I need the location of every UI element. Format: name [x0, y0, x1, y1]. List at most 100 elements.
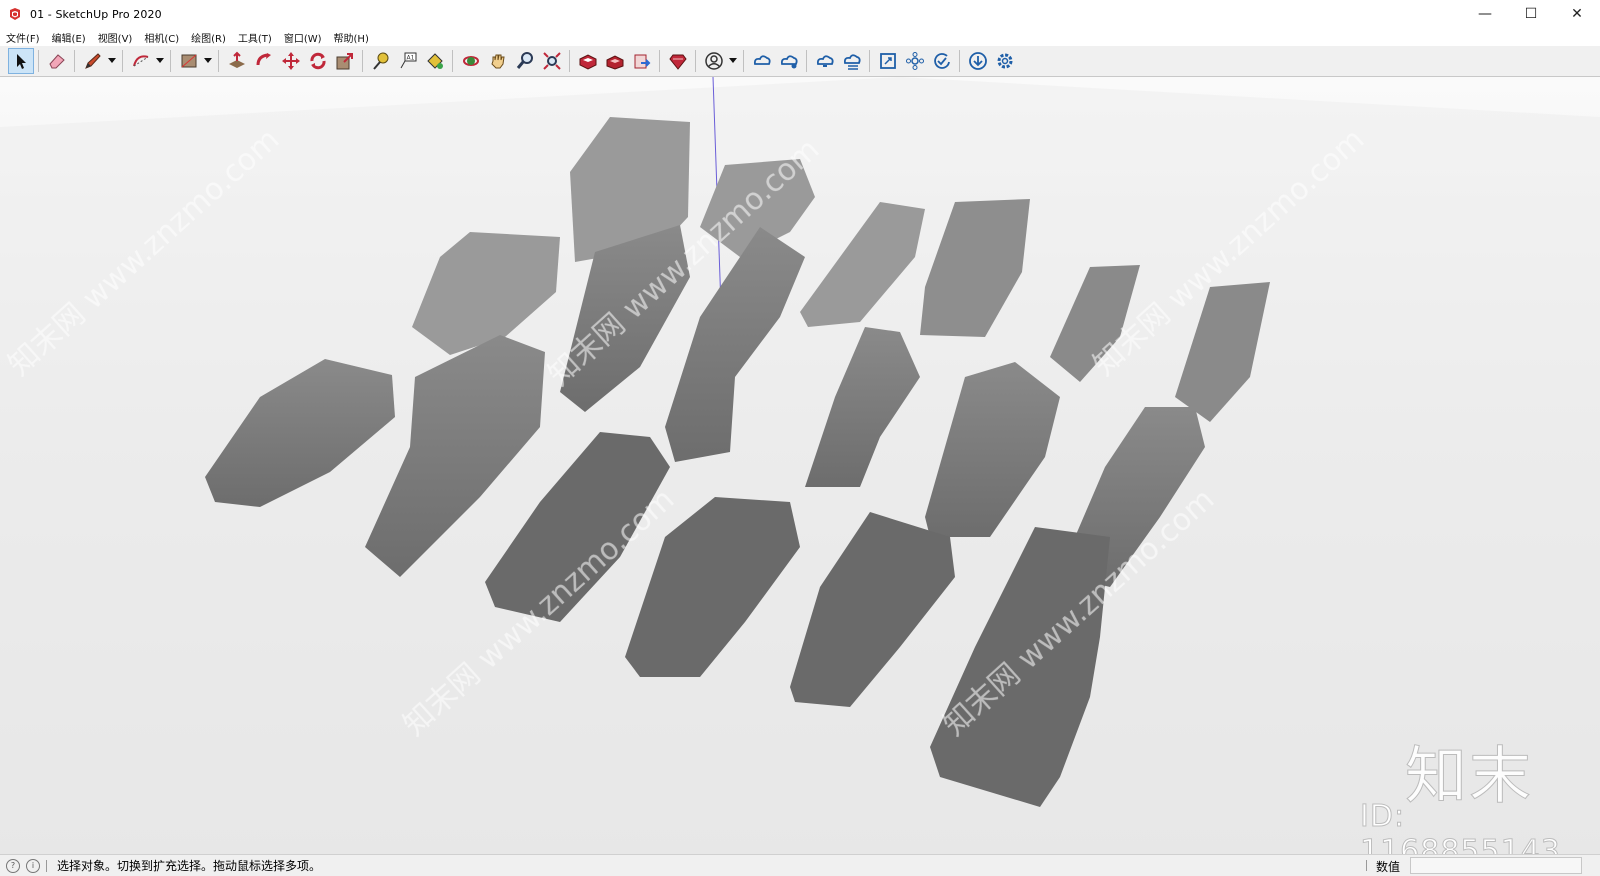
- rectangle-tool-icon: [181, 54, 197, 68]
- account-dropdown-icon: [729, 58, 737, 63]
- menu-bar: 文件(F) 编辑(E) 视图(V) 相机(C) 绘图(R) 工具(T) 窗口(W…: [0, 28, 1600, 46]
- toolbar-separator: [659, 50, 660, 72]
- cloud-menu-icon: [843, 54, 861, 70]
- cloud-menu-button[interactable]: [839, 48, 865, 74]
- window-title: 01 - SketchUp Pro 2020: [30, 7, 162, 21]
- menu-help[interactable]: 帮助(H): [328, 30, 375, 45]
- maximize-button[interactable]: ☐: [1508, 0, 1554, 28]
- menu-file[interactable]: 文件(F): [0, 30, 46, 45]
- measurements-label: 数值: [1376, 860, 1401, 874]
- minimize-button[interactable]: —: [1462, 0, 1508, 28]
- move-button[interactable]: [278, 48, 304, 74]
- account-icon: [705, 52, 723, 70]
- zoom-icon: [516, 52, 533, 69]
- trimble-share-icon: [780, 55, 798, 69]
- download-button[interactable]: [965, 48, 991, 74]
- download-icon: [969, 52, 987, 70]
- toolbar-separator: [122, 50, 123, 72]
- account-button[interactable]: [701, 48, 727, 74]
- help-icon[interactable]: ?: [6, 858, 20, 873]
- toolbar-separator: [170, 50, 171, 72]
- paint-bucket-icon: [427, 53, 443, 69]
- line-tool-button[interactable]: [80, 48, 106, 74]
- rotate-button[interactable]: [305, 48, 331, 74]
- 3d-warehouse-icon: [579, 54, 597, 70]
- rectangle-dropdown-icon: [204, 58, 212, 63]
- text-tool-button[interactable]: A1: [395, 48, 421, 74]
- scale-button[interactable]: [332, 48, 358, 74]
- scale-icon: [336, 53, 353, 70]
- extension-ruby-icon: [669, 54, 687, 70]
- arc-tool-button[interactable]: [128, 48, 154, 74]
- main-toolbar: A1: [0, 46, 1600, 77]
- account-dropdown[interactable]: [727, 48, 739, 74]
- menu-window[interactable]: 窗口(W): [278, 30, 328, 45]
- model-info-button[interactable]: [902, 48, 928, 74]
- arc-tool-icon: [133, 55, 149, 67]
- paint-bucket-button[interactable]: [422, 48, 448, 74]
- close-button[interactable]: ✕: [1554, 0, 1600, 28]
- cloud-sync-button[interactable]: [812, 48, 838, 74]
- select-tool-button[interactable]: [8, 48, 34, 74]
- toolbar-separator: [38, 50, 39, 72]
- rectangle-tool-dropdown[interactable]: [202, 48, 214, 74]
- validate-button[interactable]: [929, 48, 955, 74]
- rectangle-tool-button[interactable]: [176, 48, 202, 74]
- toolbar-separator: [869, 50, 870, 72]
- select-tool-icon: [17, 54, 26, 69]
- extension-warehouse-button[interactable]: [602, 48, 628, 74]
- text-tool-icon: A1: [400, 52, 417, 69]
- window-controls: — ☐ ✕: [1462, 0, 1600, 28]
- status-message: 选择对象。切换到扩充选择。拖动鼠标选择多项。: [57, 859, 322, 873]
- measurements-input[interactable]: [1410, 857, 1582, 874]
- menu-tools[interactable]: 工具(T): [232, 30, 278, 45]
- zoom-extents-icon: [543, 52, 561, 70]
- follow-me-button[interactable]: [251, 48, 277, 74]
- toolbar-separator: [695, 50, 696, 72]
- menu-camera[interactable]: 相机(C): [138, 30, 185, 45]
- trimble-connect-button[interactable]: [749, 48, 775, 74]
- toolbar-separator: [569, 50, 570, 72]
- toolbar-separator: [743, 50, 744, 72]
- send-to-layout-button[interactable]: [629, 48, 655, 74]
- menu-edit[interactable]: 编辑(E): [46, 30, 92, 45]
- toolbar-separator: [362, 50, 363, 72]
- zoom-button[interactable]: [512, 48, 538, 74]
- trimble-connect-icon: [753, 55, 771, 65]
- extension-warehouse-icon: [606, 55, 624, 70]
- menu-view[interactable]: 视图(V): [92, 30, 139, 45]
- toolbar-separator: [74, 50, 75, 72]
- status-divider: [1366, 860, 1367, 871]
- validate-icon: [934, 53, 950, 69]
- line-tool-dropdown[interactable]: [106, 48, 118, 74]
- push-pull-icon: [229, 51, 245, 68]
- arc-tool-dropdown[interactable]: [154, 48, 166, 74]
- info-icon[interactable]: i: [26, 858, 40, 873]
- 3d-warehouse-button[interactable]: [575, 48, 601, 74]
- orbit-button[interactable]: [458, 48, 484, 74]
- eraser-tool-button[interactable]: [44, 48, 70, 74]
- preferences-button[interactable]: [992, 48, 1018, 74]
- status-divider: [46, 859, 47, 872]
- tape-measure-button[interactable]: [368, 48, 394, 74]
- eraser-tool-icon: [49, 54, 65, 69]
- model-scene: 知末网 www.znzmo.com 知末网 www.znzmo.com 知末网 …: [0, 77, 1600, 854]
- zoom-extents-button[interactable]: [539, 48, 565, 74]
- move-icon: [282, 52, 300, 70]
- toolbar-separator: [218, 50, 219, 72]
- trimble-share-button[interactable]: [776, 48, 802, 74]
- sketchup-logo-icon: [10, 8, 20, 20]
- section-box-button[interactable]: [875, 48, 901, 74]
- cloud-sync-icon: [816, 55, 834, 67]
- toolbar-separator: [452, 50, 453, 72]
- toolbar-separator: [806, 50, 807, 72]
- extension-manager-button[interactable]: [665, 48, 691, 74]
- toolbar-separator: [959, 50, 960, 72]
- model-viewport[interactable]: 知末网 www.znzmo.com 知末网 www.znzmo.com 知末网 …: [0, 77, 1600, 854]
- pan-button[interactable]: [485, 48, 511, 74]
- settings-gear-icon: [997, 53, 1013, 69]
- pan-icon: [491, 54, 505, 69]
- follow-me-icon: [256, 53, 271, 66]
- menu-draw[interactable]: 绘图(R): [185, 30, 232, 45]
- push-pull-button[interactable]: [224, 48, 250, 74]
